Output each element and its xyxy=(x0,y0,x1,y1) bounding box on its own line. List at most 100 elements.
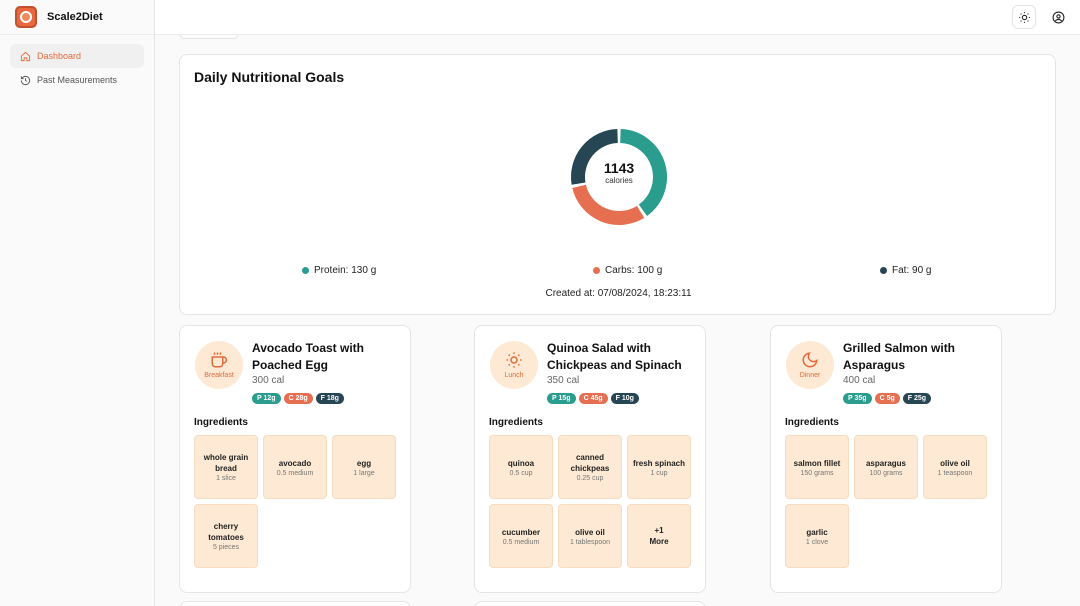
ingredient-quantity: 150 grams xyxy=(800,469,834,477)
ingredient-name: olive oil xyxy=(940,458,970,468)
sun-icon xyxy=(506,352,522,368)
meal-name: Avocado Toast with Poached Egg xyxy=(252,341,365,372)
ingredient-tile: asparagus 100 grams xyxy=(854,435,918,499)
ingredient-name: asparagus xyxy=(865,458,907,468)
ingredient-name: canned chickpeas xyxy=(570,453,610,473)
ingredient-quantity: 100 grams xyxy=(869,469,903,477)
ingredients-grid: quinoa 0.5 cup canned chickpeas 0.25 cup fre… xyxy=(489,435,699,568)
fat-pill: F 10g xyxy=(610,393,639,404)
protein-pill: P 15g xyxy=(547,393,576,404)
sidebar-item-label: Dashboard xyxy=(37,51,82,61)
ingredient-name: cucumber xyxy=(501,527,541,537)
meal-calories: 400 cal xyxy=(843,375,876,386)
tab-stub[interactable] xyxy=(180,35,238,39)
ingredient-tile: avocado 0.5 medium xyxy=(263,435,327,499)
meal-type-badge: Breakfast xyxy=(195,341,243,389)
sidebar-nav: Dashboard Past Measurements xyxy=(0,35,154,101)
ingredients-heading: Ingredients xyxy=(785,417,839,428)
meal-card-dinner[interactable]: Dinner Grilled Salmon with Asparagus 400… xyxy=(770,325,1002,593)
legend-fat-label: Fat: 90 g xyxy=(892,265,932,276)
protein-pill: P 35g xyxy=(843,393,872,404)
theme-toggle-button[interactable] xyxy=(1012,5,1036,29)
ingredient-tile: salmon fillet 150 grams xyxy=(785,435,849,499)
more-ingredients-tile[interactable]: +1 More xyxy=(627,504,691,568)
ingredient-quantity: 1 cup xyxy=(650,469,668,477)
ingredient-quantity: More xyxy=(649,537,669,546)
brand[interactable]: Scale2Diet xyxy=(0,0,154,35)
history-icon xyxy=(20,75,31,85)
ingredient-name: garlic xyxy=(806,527,828,537)
meal-name: Quinoa Salad with Chickpeas and Spinach xyxy=(547,341,682,372)
user-circle-icon xyxy=(1052,11,1064,23)
donut-slice-carbs xyxy=(572,184,645,225)
carbs-pill: C 5g xyxy=(874,393,900,404)
ingredient-quantity: 0.5 medium xyxy=(276,469,314,477)
ingredient-quantity: 1 teaspoon xyxy=(937,469,973,477)
protein-pill: P 12g xyxy=(252,393,281,404)
top-bar xyxy=(155,0,1080,39)
calories-value: 1143 xyxy=(603,160,635,176)
ingredient-tile: fresh spinach 1 cup xyxy=(627,435,691,499)
ingredient-tile: quinoa 0.5 cup xyxy=(489,435,553,499)
ingredient-tile: garlic 1 clove xyxy=(785,504,849,568)
ingredients-heading: Ingredients xyxy=(489,417,543,428)
ingredient-name: fresh spinach xyxy=(632,458,685,468)
ingredient-name: +1 xyxy=(654,526,664,535)
macro-pills: P 35g C 5g F 25g xyxy=(843,393,932,404)
ingredient-quantity: 0.5 medium xyxy=(502,538,540,546)
sidebar-item-past-measurements[interactable]: Past Measurements xyxy=(10,68,144,92)
ingredient-quantity: 1 tablespoon xyxy=(569,538,611,546)
ingredient-name: avocado xyxy=(278,458,312,468)
ingredient-name: quinoa xyxy=(507,458,535,468)
sidebar-item-dashboard[interactable]: Dashboard xyxy=(10,44,144,68)
ingredients-grid: whole grain bread 1 slice avocado 0.5 mediu… xyxy=(194,435,404,568)
fat-dot-icon xyxy=(880,267,887,274)
ingredient-name: egg xyxy=(356,458,372,468)
calories-label: calories xyxy=(605,176,633,185)
app-name: Scale2Diet xyxy=(47,11,103,23)
ingredient-quantity: 1 clove xyxy=(805,538,829,546)
ingredient-name: whole grain bread xyxy=(203,453,249,473)
home-icon xyxy=(20,51,31,61)
carbs-pill: C 28g xyxy=(283,393,313,404)
ingredient-name: salmon fillet xyxy=(793,458,841,468)
fat-pill: F 25g xyxy=(902,393,932,404)
macro-pills: P 12g C 28g F 18g xyxy=(252,393,344,404)
goals-title: Daily Nutritional Goals xyxy=(194,69,345,85)
legend-fat: Fat: 90 g xyxy=(880,265,931,276)
legend-protein: Protein: 130 g xyxy=(302,265,376,276)
carbs-pill: C 45g xyxy=(578,393,608,404)
meal-card-peek[interactable] xyxy=(179,601,411,606)
fat-pill: F 18g xyxy=(315,393,344,404)
ingredient-tile: olive oil 1 tablespoon xyxy=(558,504,622,568)
app-logo-icon xyxy=(15,6,37,28)
macro-pills: P 15g C 45g F 10g xyxy=(547,393,639,404)
ingredient-quantity: 0.25 cup xyxy=(576,475,604,482)
legend-protein-label: Protein: 130 g xyxy=(314,265,377,276)
meal-calories: 300 cal xyxy=(252,375,285,386)
legend-carbs-label: Carbs: 100 g xyxy=(605,265,663,276)
meal-type-badge: Lunch xyxy=(490,341,538,389)
ingredient-quantity: 1 large xyxy=(353,469,375,477)
ingredient-tile: cherry tomatoes 5 pieces xyxy=(194,504,258,568)
account-button[interactable] xyxy=(1046,5,1070,29)
ingredient-tile: olive oil 1 teaspoon xyxy=(923,435,987,499)
meal-type-badge: Dinner xyxy=(786,341,834,389)
ingredient-tile: canned chickpeas 0.25 cup xyxy=(558,435,622,499)
ingredient-quantity: 1 slice xyxy=(216,475,236,482)
ingredient-quantity: 5 pieces xyxy=(212,544,240,551)
moon-icon xyxy=(802,352,818,368)
meal-card-peek[interactable] xyxy=(474,601,706,606)
ingredient-name: olive oil xyxy=(575,527,605,537)
coffee-icon xyxy=(211,352,228,368)
meal-name: Grilled Salmon with Asparagus xyxy=(843,341,956,372)
ingredient-name: cherry tomatoes xyxy=(208,522,244,542)
sun-icon xyxy=(1018,11,1030,23)
ingredient-tile: egg 1 large xyxy=(332,435,396,499)
legend-carbs: Carbs: 100 g xyxy=(593,265,662,276)
meal-card-lunch[interactable]: Lunch Quinoa Salad with Chickpeas and Sp… xyxy=(474,325,706,593)
created-at: Created at: 07/08/2024, 18:23:11 xyxy=(545,288,692,299)
sidebar: Scale2Diet Dashboard Past Measurements xyxy=(0,0,155,606)
donut-center: 1143 calories xyxy=(569,160,669,185)
meal-card-breakfast[interactable]: Breakfast Avocado Toast with Poached Egg… xyxy=(179,325,411,593)
